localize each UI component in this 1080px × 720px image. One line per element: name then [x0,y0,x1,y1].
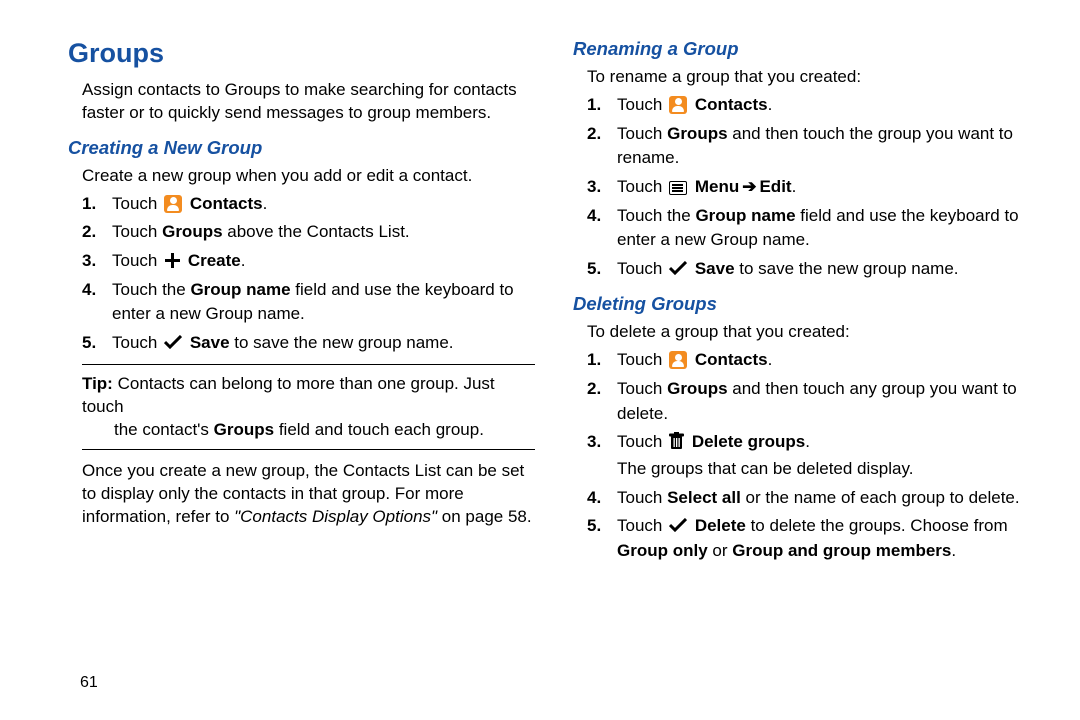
divider [82,449,535,450]
tip-block: Tip: Contacts can belong to more than on… [68,373,535,442]
renaming-step-2: 2. Touch Groups and then touch the group… [587,122,1040,171]
arrow-icon: ➔ [742,177,756,196]
check-icon [669,261,687,275]
creating-step-4: 4. Touch the Group name field and use th… [82,278,535,327]
heading-renaming: Renaming a Group [573,38,1040,60]
heading-deleting: Deleting Groups [573,293,1040,315]
right-column: Renaming a Group To rename a group that … [573,38,1040,658]
deleting-step-3: 3. Touch Delete groups. The groups that … [587,430,1040,481]
intro-groups: Assign contacts to Groups to make search… [68,79,535,125]
renaming-intro: To rename a group that you created: [573,66,1040,89]
renaming-step-4: 4. Touch the Group name field and use th… [587,204,1040,253]
check-icon [669,518,687,532]
deleting-step-4: 4. Touch Select all or the name of each … [587,486,1040,511]
renaming-step-3: 3. Touch Menu➔Edit. [587,175,1040,200]
creating-step-1: 1. Touch Contacts. [82,192,535,217]
menu-icon [669,181,687,195]
page-columns: Groups Assign contacts to Groups to make… [68,38,1040,658]
creating-intro: Create a new group when you add or edit … [68,165,535,188]
deleting-step-2: 2. Touch Groups and then touch any group… [587,377,1040,426]
heading-groups: Groups [68,38,535,69]
renaming-step-1: 1. Touch Contacts. [587,93,1040,118]
after-tip-para: Once you create a new group, the Contact… [68,460,535,529]
plus-icon [164,252,180,268]
divider [82,364,535,365]
deleting-intro: To delete a group that you created: [573,321,1040,344]
left-column: Groups Assign contacts to Groups to make… [68,38,535,658]
creating-steps: 1. Touch Contacts. 2. Touch Groups above… [68,192,535,356]
contacts-icon [164,195,182,213]
check-icon [164,335,182,349]
creating-step-5: 5. Touch Save to save the new group name… [82,331,535,356]
renaming-step-5: 5. Touch Save to save the new group name… [587,257,1040,282]
page-number: 61 [80,674,98,692]
contacts-icon [669,96,687,114]
renaming-steps: 1. Touch Contacts. 2. Touch Groups and t… [573,93,1040,281]
heading-creating: Creating a New Group [68,137,535,159]
creating-step-2: 2. Touch Groups above the Contacts List. [82,220,535,245]
deleting-step-5: 5. Touch Delete to delete the groups. Ch… [587,514,1040,563]
creating-step-3: 3. Touch Create. [82,249,535,274]
deleting-steps: 1. Touch Contacts. 2. Touch Groups and t… [573,348,1040,563]
contacts-icon [669,351,687,369]
trash-icon [669,432,684,450]
deleting-step-1: 1. Touch Contacts. [587,348,1040,373]
